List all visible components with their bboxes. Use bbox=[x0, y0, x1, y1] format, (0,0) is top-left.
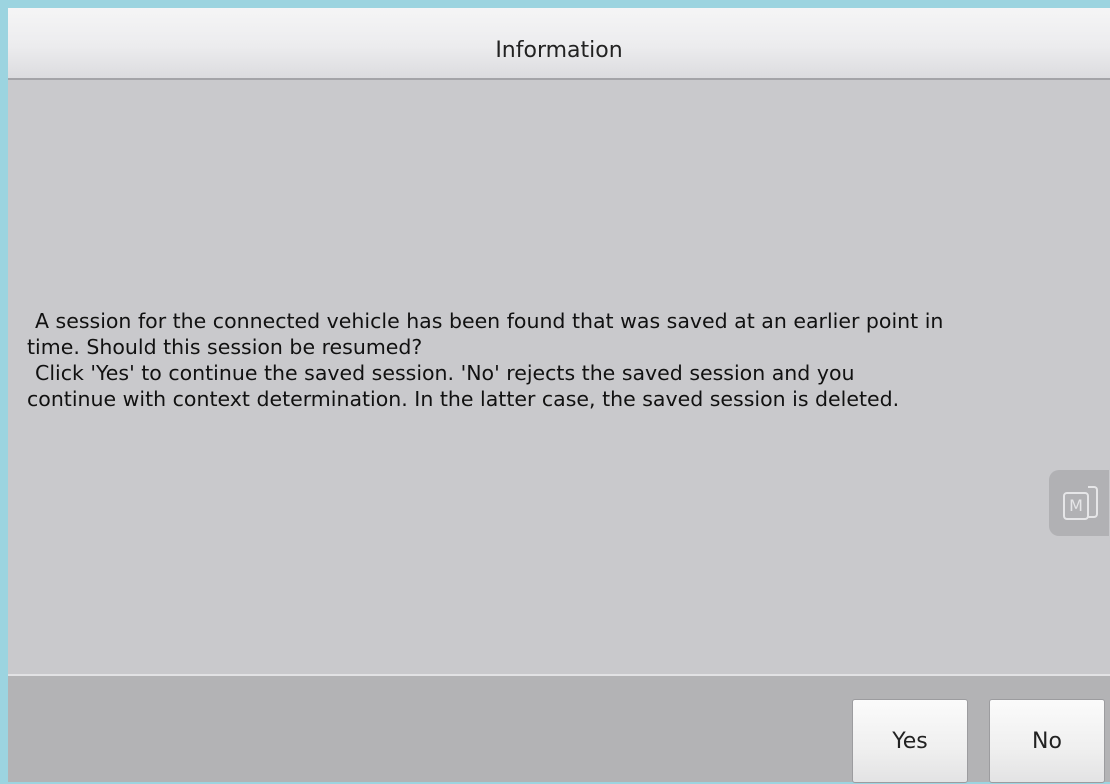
message-line: continue with context determination. In … bbox=[27, 387, 900, 411]
dialog-footer: Yes No bbox=[8, 674, 1110, 783]
no-button[interactable]: No bbox=[989, 699, 1105, 783]
dialog-titlebar: Information bbox=[8, 8, 1110, 80]
m-icon: M bbox=[1063, 492, 1089, 520]
stack-shadow-shape bbox=[1088, 486, 1098, 518]
message-line: time. Should this session be resumed? bbox=[27, 335, 423, 359]
dialog-content: A session for the connected vehicle has … bbox=[8, 80, 1110, 676]
floating-menu-button[interactable]: M bbox=[1049, 470, 1109, 536]
yes-button[interactable]: Yes bbox=[852, 699, 968, 783]
message-line: A session for the connected vehicle has … bbox=[35, 309, 944, 333]
dialog-message: A session for the connected vehicle has … bbox=[27, 308, 1097, 412]
message-line: Click 'Yes' to continue the saved sessio… bbox=[35, 361, 855, 385]
information-dialog: Information A session for the connected … bbox=[8, 8, 1110, 783]
dialog-title: Information bbox=[495, 38, 623, 63]
